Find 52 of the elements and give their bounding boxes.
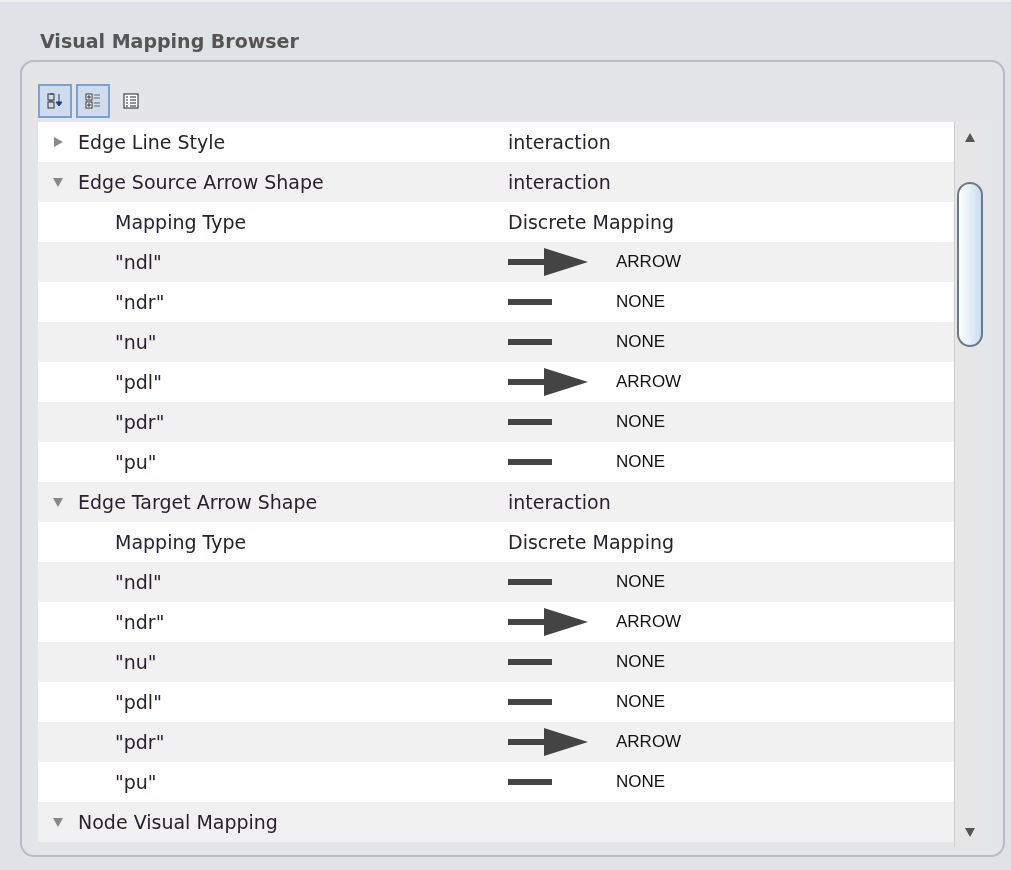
arrow-icon <box>508 726 588 758</box>
expand-button[interactable] <box>76 84 110 118</box>
property-name: Mapping Type <box>115 531 247 553</box>
arrow-icon <box>508 606 588 638</box>
expand-icon[interactable] <box>53 137 63 147</box>
scrollbar-thumb[interactable] <box>957 182 983 347</box>
mapping-key: "ndl" <box>115 571 162 593</box>
collapse-icon[interactable] <box>53 817 63 827</box>
shape-name: ARROW <box>616 372 682 392</box>
shape-name: NONE <box>616 652 666 672</box>
property-name: Mapping Type <box>115 211 247 233</box>
mapping-key: "pdr" <box>115 731 165 753</box>
shape-name: NONE <box>616 412 666 432</box>
mapping-key: "pu" <box>115 451 157 473</box>
mapping-key: "pdl" <box>115 371 162 393</box>
shape-name: NONE <box>616 292 666 312</box>
collapse-icon[interactable] <box>53 177 63 187</box>
sort-icon <box>46 92 64 110</box>
shape-name: NONE <box>616 772 666 792</box>
mapping-key: "pu" <box>115 771 157 793</box>
shape-name: ARROW <box>616 612 682 632</box>
shape-name: ARROW <box>616 252 682 272</box>
mapping-key: "ndr" <box>115 291 165 313</box>
mapping-key: "nu" <box>115 331 157 353</box>
shape-name: ARROW <box>616 732 682 752</box>
panel-title: Visual Mapping Browser <box>39 29 299 54</box>
arrow-icon <box>508 366 588 398</box>
mapping-key: "pdl" <box>115 691 162 713</box>
scroll-up-icon[interactable] <box>965 132 975 142</box>
property-value: interaction <box>508 131 611 153</box>
shape-name: NONE <box>616 332 666 352</box>
property-value: Discrete Mapping <box>508 531 675 553</box>
shape-name: NONE <box>616 692 666 712</box>
expand-icon <box>84 92 102 110</box>
property-value: interaction <box>508 491 611 513</box>
mapping-key: "ndr" <box>115 611 165 633</box>
mapping-key: "nu" <box>115 651 157 673</box>
property-name: Edge Line Style <box>78 131 226 153</box>
arrow-icon <box>508 246 588 278</box>
sort-button[interactable] <box>38 84 72 118</box>
scroll-down-icon[interactable] <box>965 827 975 837</box>
property-value: Discrete Mapping <box>508 211 675 233</box>
shape-name: NONE <box>616 452 666 472</box>
collapse-icon[interactable] <box>53 497 63 507</box>
property-name: Node Visual Mapping <box>78 811 278 833</box>
list-icon <box>122 92 140 110</box>
property-name: Edge Target Arrow Shape <box>78 491 318 513</box>
property-value: interaction <box>508 171 611 193</box>
mapping-key: "pdr" <box>115 411 165 433</box>
property-name: Edge Source Arrow Shape <box>78 171 324 193</box>
mapping-key: "ndl" <box>115 251 162 273</box>
shape-name: NONE <box>616 572 666 592</box>
